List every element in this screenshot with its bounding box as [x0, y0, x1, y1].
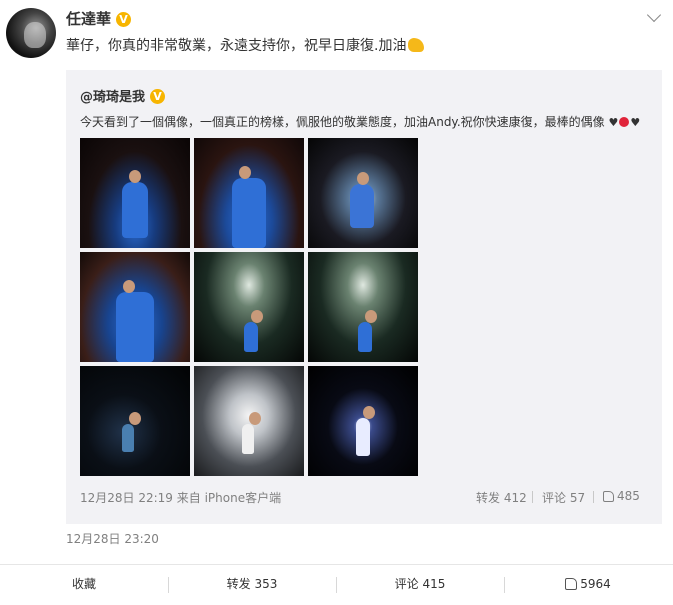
post-timestamp[interactable]: 12月28日 23:20 [66, 530, 159, 547]
performer-figure [358, 310, 377, 352]
divider [532, 491, 533, 503]
performer-figure [242, 412, 261, 454]
repost-repost-link[interactable]: 转发 412 [476, 489, 527, 506]
repost-meta: 12月28日 22:19 来自 iPhone客户端 [80, 491, 282, 505]
author-name[interactable]: 任達華 [66, 10, 111, 28]
photo-thumbnail[interactable] [80, 252, 190, 362]
photo-thumbnail[interactable] [194, 366, 304, 476]
photo-thumbnail[interactable] [308, 138, 418, 248]
flexed-arm-emoji-icon [408, 38, 425, 52]
author-avatar[interactable] [6, 8, 56, 58]
like-count: 5964 [580, 577, 611, 591]
performer-figure [356, 406, 375, 456]
action-bar: 收藏 转发 353 评论 415 5964 [0, 564, 673, 605]
heart-icon: ♥ [630, 116, 641, 129]
repost-button[interactable]: 转发 353 [168, 565, 336, 605]
post-text: 華仔，你真的非常敬業，永遠支持你，祝早日康復.加油 [66, 35, 425, 55]
photo-thumbnail[interactable] [308, 366, 418, 476]
performer-figure [122, 412, 141, 452]
performer-figure [116, 280, 154, 362]
performer-figure [244, 310, 263, 352]
original-text-content: 今天看到了一個偶像，一個真正的榜樣，佩服他的敬業態度，加油Andy.祝你快速康復… [80, 115, 605, 129]
repost-like-count: 485 [617, 489, 640, 503]
thumbs-up-icon [565, 578, 578, 590]
photo-thumbnail[interactable] [194, 252, 304, 362]
author-header: 任達華 V [66, 8, 132, 29]
photo-thumbnail[interactable] [308, 252, 418, 362]
reposted-card: @琦琦是我 V 今天看到了一個偶像，一個真正的榜樣，佩服他的敬業態度，加油Andy… [66, 70, 662, 524]
rose-icon [619, 117, 630, 127]
original-text: 今天看到了一個偶像，一個真正的榜樣，佩服他的敬業態度，加油Andy.祝你快速康復… [80, 113, 640, 130]
verified-icon: V [150, 89, 166, 104]
photo-thumbnail[interactable] [80, 138, 190, 248]
photo-thumbnail[interactable] [194, 138, 304, 248]
original-author: @琦琦是我 V [80, 86, 166, 105]
thumbs-up-icon [603, 491, 614, 502]
original-author-name[interactable]: @琦琦是我 [80, 90, 145, 105]
performer-figure [122, 170, 148, 238]
favorite-button[interactable]: 收藏 [0, 565, 168, 605]
heart-icon: ♥ [608, 116, 619, 129]
chevron-down-icon[interactable] [646, 7, 662, 23]
verified-icon: V [116, 12, 132, 27]
like-button[interactable]: 5964 [504, 565, 672, 605]
comment-button[interactable]: 评论 415 [336, 565, 504, 605]
performer-figure [232, 166, 266, 248]
photo-thumbnail[interactable] [80, 366, 190, 476]
repost-like-link[interactable]: 485 [603, 489, 640, 503]
performer-figure [350, 172, 374, 228]
divider [593, 491, 594, 503]
post-text-content: 華仔，你真的非常敬業，永遠支持你，祝早日康復.加油 [66, 38, 407, 54]
repost-comment-link[interactable]: 评论 57 [542, 489, 585, 506]
